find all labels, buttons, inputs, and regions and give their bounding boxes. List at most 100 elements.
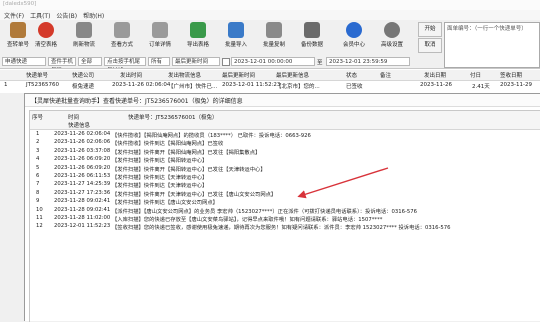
event-seq: 11 bbox=[36, 215, 43, 221]
courier-select[interactable]: 申通快递 bbox=[2, 57, 46, 66]
events-header: 序号 时间 快递单号：JT5236576001（极兔） 快递信息 bbox=[30, 111, 540, 130]
window-title: [daledx590] bbox=[3, 1, 37, 7]
menu-tools[interactable]: 工具(T) bbox=[30, 11, 50, 20]
event-info: 【发件扫描】快件到达【天津转运中心】 bbox=[112, 183, 208, 190]
col-courier[interactable]: 快递公司 bbox=[72, 71, 94, 79]
all-status-select[interactable]: 所有 bbox=[148, 57, 170, 66]
waybill-textarea[interactable]: 面单编号：（一行一个快递单号） bbox=[444, 22, 540, 68]
event-seq: 9 bbox=[36, 198, 40, 205]
event-row[interactable]: 3 2023-11-26 03:37:08 【发件扫描】快件离开【揭阳仙庵网点】已发… bbox=[30, 148, 540, 156]
menu-notice[interactable]: 公告(B) bbox=[56, 11, 77, 20]
cell-send-date: 2023-11-26 bbox=[420, 82, 452, 88]
copy-icon bbox=[266, 22, 282, 38]
event-row[interactable]: 5 2023-11-26 06:09:20 【发件扫描】快件离开【揭阳转运中心】已发… bbox=[30, 165, 540, 173]
event-seq: 7 bbox=[36, 181, 40, 188]
event-row[interactable]: 7 2023-11-27 14:25:39 【发件扫描】快件到达【天津转运中心】 bbox=[30, 181, 540, 189]
event-info: 【快件揽收】【揭阳仙庵网点】的揽收员（183****） 已取件：投诉电话：066… bbox=[112, 133, 311, 139]
event-seq: 1 bbox=[36, 131, 40, 137]
cell-send-time: 2023-11-26 02:06:04 bbox=[112, 82, 171, 88]
clear-icon bbox=[38, 22, 54, 38]
phone-filter-input[interactable]: 点击按手机尾号过滤 bbox=[104, 57, 146, 74]
event-info: 【入库扫描】您的快递已存放至【唐山文安菜鸟驿站】，记得早点来取件哦！如有问题请联… bbox=[112, 217, 383, 223]
document-icon bbox=[152, 22, 168, 38]
col-note[interactable]: 备注 bbox=[380, 71, 391, 79]
advanced-settings-label: 高级设置 bbox=[380, 42, 403, 48]
refresh-logistics-label: 刷新物流 bbox=[72, 42, 95, 48]
right-panel: 开始 取消 面单编号：（一行一个快递单号） bbox=[418, 20, 540, 68]
batch-copy-button[interactable]: 批量复制 bbox=[256, 22, 292, 54]
event-info: 【发件扫描】快件离开【揭阳仙庵网点】已发往【揭阳集散点】 bbox=[112, 149, 261, 156]
col-send-info[interactable]: 发出物流信息 bbox=[168, 71, 201, 79]
event-time: 2023-11-26 02:06:04 bbox=[54, 131, 111, 137]
refresh-logistics-button[interactable]: 刷新物流 bbox=[66, 22, 102, 54]
col-update-info[interactable]: 最后更新信息 bbox=[276, 71, 309, 79]
event-time: 2023-11-26 03:37:08 bbox=[54, 147, 111, 154]
member-center-button[interactable]: 会员中心 bbox=[336, 22, 372, 54]
events-table: 序号 时间 快递单号：JT5236576001（极兔） 快递信息 1 2023-1… bbox=[29, 110, 540, 322]
event-row[interactable]: 9 2023-11-28 09:02:41 【发件扫描】快件到达【唐山文安公司网点】 bbox=[30, 198, 540, 206]
time-type-select[interactable]: 最后更新时间 bbox=[172, 57, 220, 66]
order-detail-button[interactable]: 订单详情 bbox=[142, 22, 178, 54]
event-row[interactable]: 4 2023-11-26 06:09:20 【发件扫描】快件到达【揭阳转运中心】 bbox=[30, 156, 540, 164]
batch-import-button[interactable]: 批量导入 bbox=[218, 22, 254, 54]
date-from-input[interactable]: 2023-12-01 00:00:00 bbox=[231, 57, 315, 66]
dialog-title-bar: 【灵犀快递批量查询助手】查看快递单号：JT5236576001（极兔）的详细信息 bbox=[25, 94, 540, 107]
cell-update-time: 2023-12-01 11:52:23 bbox=[222, 82, 281, 88]
event-info: 【派件扫描】【唐山文安公司网点】的业务员 李宏帅（1523027****）正在派… bbox=[112, 208, 418, 215]
clear-table-label: 清空表格 bbox=[34, 42, 57, 48]
results-table: 快递单号 快递公司 发出时间 发出物流信息 最后更新时间 最后更新信息 状态 备… bbox=[0, 68, 540, 95]
col-send-time[interactable]: 发出时间 bbox=[120, 71, 142, 79]
event-seq: 5 bbox=[36, 164, 40, 171]
event-info: 【发件扫描】快件到达【唐山文安公司网点】 bbox=[112, 200, 218, 207]
status-select[interactable]: 全部 bbox=[78, 57, 102, 66]
date-to-input[interactable]: 2023-12-01 23:59:59 bbox=[326, 57, 410, 66]
event-seq: 10 bbox=[36, 206, 43, 213]
event-row[interactable]: 11 2023-11-28 11:02:00 【入库扫描】您的快递已存放至【唐山文安… bbox=[30, 215, 540, 223]
date-range-separator: 至 bbox=[317, 60, 323, 66]
event-seq: 6 bbox=[36, 173, 40, 179]
start-button[interactable]: 开始 bbox=[418, 22, 442, 37]
table-icon bbox=[114, 22, 130, 38]
backup-icon bbox=[304, 22, 320, 38]
event-seq: 12 bbox=[36, 223, 43, 230]
event-row[interactable]: 12 2023-12-01 11:52:23 【签收扫描】您的快递已签收，感谢使用极… bbox=[30, 223, 540, 231]
col-days[interactable]: 付日 bbox=[470, 71, 481, 79]
event-row[interactable]: 8 2023-11-27 17:23:36 【发件扫描】快件离开【天津转运中心】已发… bbox=[30, 190, 540, 198]
col-seq: 序号 bbox=[32, 115, 44, 121]
event-row[interactable]: 6 2023-11-26 06:11:53 【发件扫描】快件到达【天津转运中心】 bbox=[30, 173, 540, 181]
event-info: 【发件扫描】快件到达【天津转运中心】 bbox=[112, 175, 208, 181]
event-row[interactable]: 10 2023-11-28 09:02:41 【派件扫描】【唐山文安公司网点】的业务… bbox=[30, 207, 540, 215]
batch-import-label: 批量导入 bbox=[224, 42, 247, 48]
col-status[interactable]: 状态 bbox=[346, 71, 357, 79]
box-icon bbox=[10, 22, 26, 38]
table-row[interactable]: 1 JT52365760 极兔速递 2023-11-26 02:06:04 【广… bbox=[0, 81, 540, 91]
advanced-settings-button[interactable]: 高级设置 bbox=[374, 22, 410, 54]
clear-table-button[interactable]: 清空表格 bbox=[28, 22, 64, 54]
menu-bar: 文件(F) 工具(T) 公告(B) 帮助(H) bbox=[0, 10, 540, 20]
event-time: 2023-11-28 09:02:41 bbox=[54, 206, 111, 213]
col-time: 时间 bbox=[68, 115, 80, 121]
event-time: 2023-11-27 17:23:36 bbox=[54, 189, 111, 196]
backup-button[interactable]: 备份数据 bbox=[294, 22, 330, 54]
col-sign-date[interactable]: 签收日期 bbox=[500, 71, 522, 79]
col-send-date[interactable]: 发出日期 bbox=[424, 71, 446, 79]
export-table-button[interactable]: 导出表格 bbox=[180, 22, 216, 54]
event-info: 【发件扫描】快件离开【天津转运中心】已发往【唐山文安公司网点】 bbox=[112, 191, 277, 198]
detail-dialog: 【灵犀快递批量查询助手】查看快递单号：JT5236576001（极兔）的详细信息… bbox=[24, 93, 540, 322]
event-time: 2023-11-28 11:02:00 bbox=[54, 215, 111, 221]
event-info: 【发件扫描】快件到达【揭阳转运中心】 bbox=[112, 158, 208, 165]
event-row[interactable]: 1 2023-11-26 02:06:04 【快件揽收】【揭阳仙庵网点】的揽收员（1… bbox=[30, 131, 540, 139]
col-waybill[interactable]: 快递单号 bbox=[26, 71, 48, 79]
filter-bar: 申通快递 查件手机号码 全部 点击按手机尾号过滤 所有 最后更新时间 2023-… bbox=[0, 56, 418, 74]
menu-help[interactable]: 帮助(H) bbox=[83, 11, 104, 20]
cell-courier: 极兔速递 bbox=[72, 84, 95, 90]
menu-file[interactable]: 文件(F) bbox=[4, 11, 24, 20]
cancel-button[interactable]: 取消 bbox=[418, 38, 442, 53]
phone-label[interactable]: 查件手机号码 bbox=[48, 57, 76, 74]
event-info: 【快件揽收】快件到达【揭阳仙庵网点】已签收 bbox=[112, 141, 224, 148]
view-mode-button[interactable]: 查看方式 bbox=[104, 22, 140, 54]
cell-status: 已签收 bbox=[346, 84, 363, 90]
col-update-time[interactable]: 最后更新时间 bbox=[222, 71, 255, 79]
date-filter-checkbox[interactable] bbox=[222, 58, 230, 66]
event-row[interactable]: 2 2023-11-26 02:06:06 【快件揽收】快件到达【揭阳仙庵网点】已签… bbox=[30, 139, 540, 147]
